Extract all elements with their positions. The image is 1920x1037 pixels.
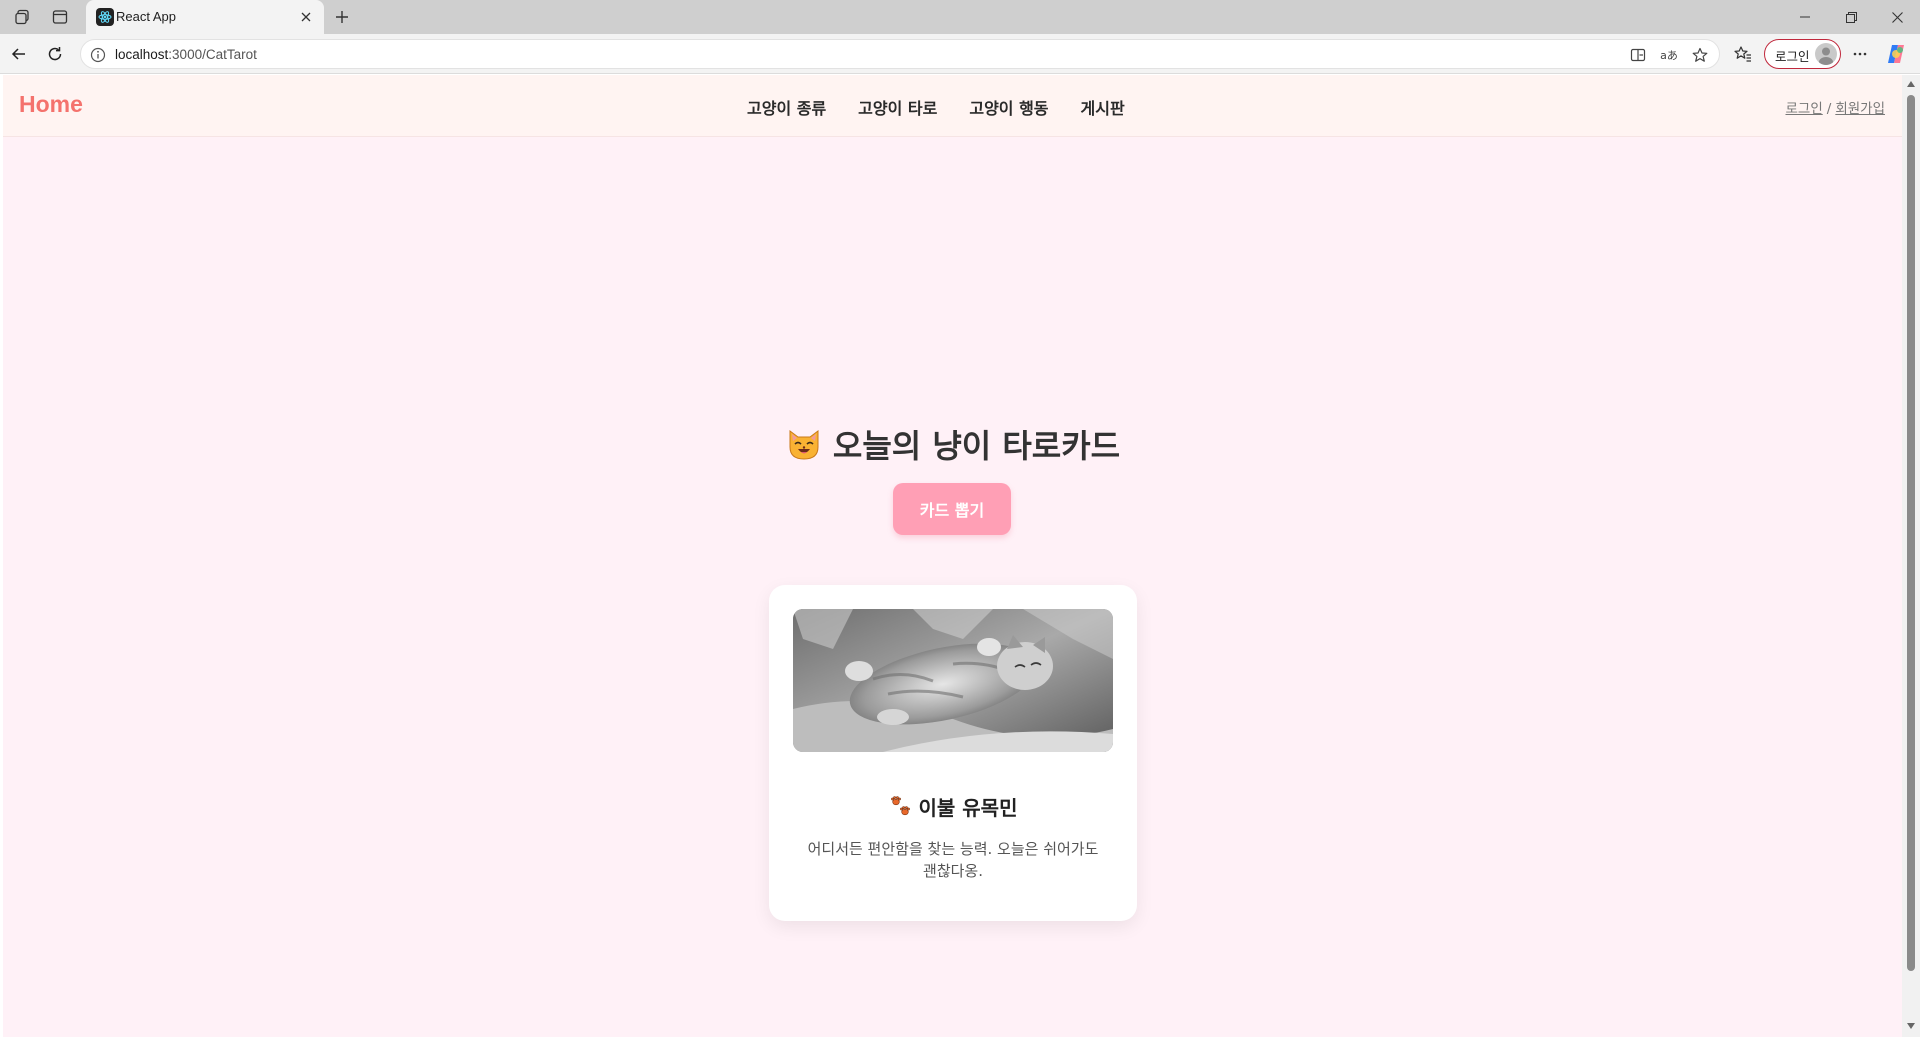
card-title-text: 이불 유목민: [918, 796, 1018, 820]
more-icon[interactable]: [1848, 42, 1872, 66]
favorites-icon[interactable]: [1731, 42, 1755, 66]
minimize-icon[interactable]: [1782, 0, 1828, 34]
new-tab-icon[interactable]: [330, 5, 354, 29]
main-menu: 고양이 종류 고양이 타로 고양이 행동 게시판: [747, 95, 1125, 119]
url-text[interactable]: localhost:3000/CatTarot: [115, 47, 257, 62]
page-title: 오늘의 냥이 타로카드: [3, 421, 1902, 471]
menu-cat-behavior[interactable]: 고양이 행동: [969, 95, 1048, 119]
paw-prints-icon: [889, 795, 913, 819]
card-image: [793, 609, 1113, 752]
tarot-card: 이불 유목민 어디서든 편안함을 찾는 능력. 오늘은 쉬어가도 괜찮다옹.: [769, 585, 1137, 921]
react-favicon-icon: [96, 8, 114, 26]
page-viewport: Home 고양이 종류 고양이 타로 고양이 행동 게시판 로그인/회원가입: [3, 75, 1902, 1037]
address-bar[interactable]: localhost:3000/CatTarot aあ: [80, 39, 1720, 69]
back-icon[interactable]: [7, 42, 31, 66]
home-link[interactable]: Home: [19, 91, 83, 118]
card-title: 이불 유목민: [769, 792, 1137, 824]
split-screen-icon[interactable]: [1627, 44, 1649, 66]
draw-card-button[interactable]: 카드 뽑기: [893, 483, 1011, 535]
read-aloud-icon[interactable]: aあ: [1658, 44, 1680, 66]
menu-cat-breeds[interactable]: 고양이 종류: [747, 95, 826, 119]
menu-cat-tarot[interactable]: 고양이 타로: [858, 95, 937, 119]
browser-toolbar: localhost:3000/CatTarot aあ 로그인: [0, 34, 1920, 74]
login-link[interactable]: 로그인: [1785, 101, 1822, 117]
card-description: 어디서든 편안함을 찾는 능력. 오늘은 쉬어가도 괜찮다옹.: [807, 840, 1099, 880]
site-navbar: Home 고양이 종류 고양이 타로 고양이 행동 게시판 로그인 / 회원가입: [3, 75, 1902, 137]
site-info-icon[interactable]: [89, 46, 107, 64]
profile-label: 로그인: [1775, 49, 1810, 64]
auth-links: 로그인 / 회원가입: [1785, 97, 1885, 117]
page-scrollbar[interactable]: [1902, 75, 1920, 1037]
restore-icon[interactable]: [1828, 0, 1874, 34]
scroll-up-icon[interactable]: [1906, 79, 1916, 89]
url-host: localhost: [115, 47, 169, 62]
copilot-icon[interactable]: [1884, 42, 1908, 66]
signup-link[interactable]: 회원가입: [1835, 101, 1885, 117]
cat-face-icon: [785, 425, 823, 463]
avatar: [1815, 43, 1837, 65]
scroll-down-icon[interactable]: [1906, 1021, 1916, 1031]
scrollbar-thumb[interactable]: [1907, 95, 1915, 971]
auth-separator: /: [1826, 101, 1832, 117]
workspaces-icon[interactable]: [10, 5, 34, 29]
menu-board[interactable]: 게시판: [1081, 95, 1125, 119]
favorite-star-icon[interactable]: [1689, 44, 1711, 66]
page-title-text: 오늘의 냥이 타로카드: [832, 427, 1121, 465]
close-tab-icon[interactable]: [296, 7, 316, 27]
active-tab[interactable]: React App: [86, 0, 324, 34]
tab-strip: React App: [0, 0, 1920, 34]
profile-button[interactable]: 로그인: [1764, 39, 1841, 69]
refresh-icon[interactable]: [43, 42, 67, 66]
tab-title: React App: [116, 9, 176, 24]
close-window-icon[interactable]: [1874, 0, 1920, 34]
vertical-tabs-icon[interactable]: [48, 5, 72, 29]
url-path: :3000/CatTarot: [168, 47, 257, 62]
